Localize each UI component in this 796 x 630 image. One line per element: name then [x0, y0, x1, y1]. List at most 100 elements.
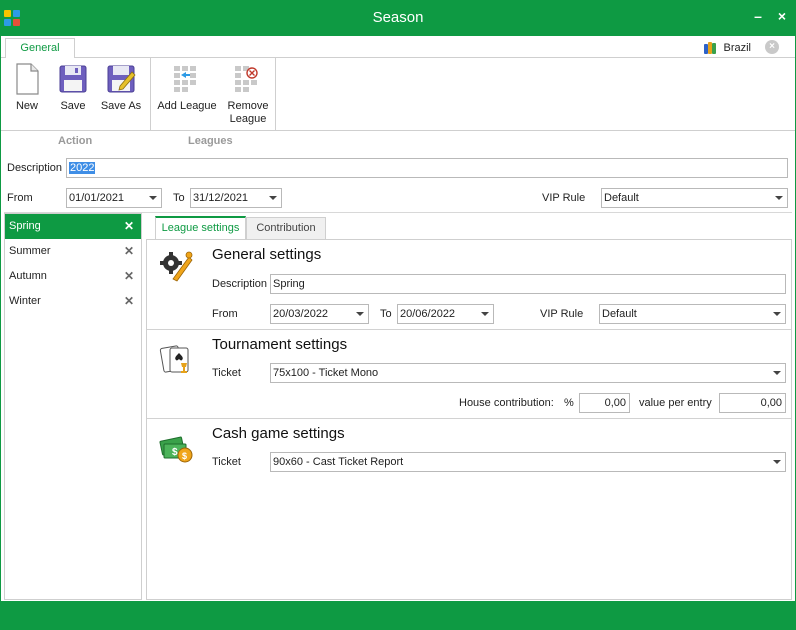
league-name: Spring	[9, 220, 41, 232]
chevron-down-icon	[773, 312, 781, 316]
minimize-button[interactable]: –	[750, 8, 766, 26]
description-input[interactable]: 2022	[66, 158, 788, 178]
from-date-picker[interactable]: 01/01/2021	[66, 188, 162, 208]
svg-text:$: $	[182, 451, 187, 461]
cash-money-icon: $ $	[159, 433, 193, 467]
add-league-button[interactable]: Add League	[155, 62, 219, 113]
general-from-date-picker[interactable]: 20/03/2022	[270, 304, 369, 324]
save-as-label: Save As	[100, 100, 142, 112]
new-label: New	[15, 100, 38, 112]
cash-ticket-label: Ticket	[212, 456, 241, 468]
to-date-value: 31/12/2021	[193, 192, 249, 204]
from-label: From	[7, 192, 33, 204]
cash-game-settings-title: Cash game settings	[212, 425, 345, 442]
general-to-label: To	[380, 308, 392, 320]
per-entry-label: value per entry	[639, 397, 712, 409]
title-bar: Season – ×	[0, 0, 796, 36]
league-list: Spring ✕ Summer ✕ Autumn ✕ Winter ✕	[4, 213, 142, 600]
league-name: Autumn	[9, 270, 47, 282]
country-label: Brazil	[723, 42, 751, 54]
vip-rule-label: VIP Rule	[542, 192, 586, 204]
section-divider	[147, 418, 791, 419]
per-entry-input[interactable]: 0,00	[719, 393, 786, 413]
league-item-summer[interactable]: Summer ✕	[5, 239, 141, 264]
percent-label: %	[564, 397, 574, 409]
general-from-value: 20/03/2022	[273, 308, 329, 320]
new-document-icon	[12, 62, 42, 96]
ribbon-tab-strip: General Brazil ×	[1, 36, 795, 59]
remove-icon[interactable]: ✕	[124, 289, 134, 314]
svg-text:$: $	[172, 447, 178, 458]
league-item-winter[interactable]: Winter ✕	[5, 289, 141, 314]
save-label: Save	[60, 100, 86, 112]
chevron-down-icon	[149, 196, 157, 200]
general-vip-rule-label: VIP Rule	[540, 308, 584, 320]
remove-league-label-2: League	[229, 113, 267, 125]
remove-icon[interactable]: ✕	[124, 239, 134, 264]
books-icon	[704, 42, 718, 54]
description-label: Description	[7, 162, 63, 174]
per-entry-value: 0,00	[760, 397, 782, 409]
chevron-down-icon	[775, 196, 783, 200]
percent-input[interactable]: 0,00	[579, 393, 630, 413]
tournament-ticket-value: 75x100 - Ticket Mono	[273, 367, 379, 379]
add-league-label: Add League	[157, 100, 217, 112]
chevron-down-icon	[773, 460, 781, 464]
cash-ticket-select[interactable]: 90x60 - Cast Ticket Report	[270, 452, 786, 472]
tab-league-settings[interactable]: League settings	[155, 216, 246, 239]
to-date-picker[interactable]: 31/12/2021	[190, 188, 282, 208]
tournament-ticket-select[interactable]: 75x100 - Ticket Mono	[270, 363, 786, 383]
close-tab-icon[interactable]: ×	[765, 40, 779, 54]
general-vip-rule-select[interactable]: Default	[599, 304, 786, 324]
save-as-icon	[106, 62, 136, 96]
description-value: 2022	[69, 162, 96, 174]
from-date-value: 01/01/2021	[69, 192, 125, 204]
ribbon-group-divider	[275, 58, 276, 130]
window-title: Season	[372, 9, 424, 26]
close-button[interactable]: ×	[774, 8, 790, 26]
status-bar	[0, 601, 796, 630]
house-contribution-label: House contribution:	[459, 397, 554, 409]
ribbon-group-labels: Action Leagues	[1, 131, 795, 149]
tournament-settings-title: Tournament settings	[212, 336, 348, 353]
chevron-down-icon	[356, 312, 364, 316]
cash-ticket-value: 90x60 - Cast Ticket Report	[273, 456, 404, 468]
floppy-disk-icon	[58, 62, 88, 96]
league-name: Summer	[9, 245, 51, 257]
add-league-icon	[172, 62, 202, 96]
save-button[interactable]: Save	[55, 62, 91, 113]
chevron-down-icon	[481, 312, 489, 316]
settings-tab-strip: League settings Contribution	[147, 216, 793, 239]
general-description-input[interactable]: Spring	[270, 274, 786, 294]
save-as-button[interactable]: Save As	[99, 62, 143, 113]
general-description-label: Description	[212, 278, 268, 290]
general-from-label: From	[212, 308, 238, 320]
league-item-spring[interactable]: Spring ✕	[5, 214, 141, 239]
league-item-autumn[interactable]: Autumn ✕	[5, 264, 141, 289]
chevron-down-icon	[269, 196, 277, 200]
remove-league-label-1: Remove	[227, 100, 269, 112]
tournament-ticket-label: Ticket	[212, 367, 241, 379]
ribbon-body: New Save Save As Add League Remove Leagu…	[1, 58, 795, 131]
playing-cards-icon	[159, 343, 193, 377]
section-divider	[147, 329, 791, 330]
remove-icon[interactable]: ✕	[124, 264, 134, 289]
ribbon-tab-general[interactable]: General	[5, 38, 75, 59]
vip-rule-select[interactable]: Default	[601, 188, 788, 208]
remove-league-button[interactable]: Remove League	[223, 62, 273, 126]
general-description-value: Spring	[273, 278, 305, 290]
league-settings-panel: General settings Description Spring From…	[146, 239, 792, 600]
remove-icon[interactable]: ✕	[124, 214, 134, 239]
tab-contribution[interactable]: Contribution	[246, 217, 326, 239]
group-label-action: Action	[58, 135, 93, 147]
general-to-date-picker[interactable]: 20/06/2022	[397, 304, 494, 324]
vip-rule-value: Default	[604, 192, 639, 204]
general-to-value: 20/06/2022	[400, 308, 456, 320]
ribbon-group-divider	[150, 58, 151, 130]
group-label-leagues: Leagues	[188, 135, 233, 147]
to-label: To	[173, 192, 185, 204]
country-selector[interactable]: Brazil	[704, 40, 751, 56]
general-settings-title: General settings	[212, 246, 322, 263]
window-content: General Brazil × New Save Save As Add Le…	[1, 36, 795, 601]
new-button[interactable]: New	[9, 62, 45, 113]
